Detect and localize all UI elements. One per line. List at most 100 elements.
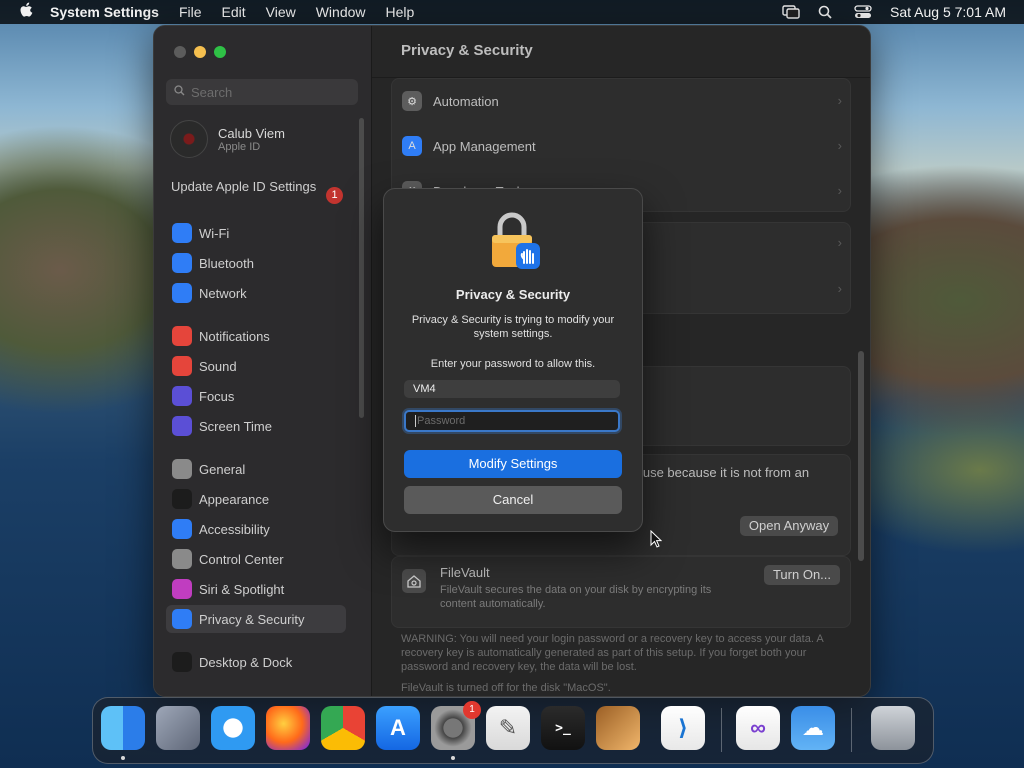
- gears-icon: ⚙: [402, 91, 422, 111]
- sidebar-item-screen-time[interactable]: Screen Time: [166, 412, 346, 440]
- menu-edit[interactable]: Edit: [222, 4, 246, 20]
- dock-separator: [721, 708, 722, 752]
- sidebar-item-notifications[interactable]: Notifications: [166, 322, 346, 350]
- minimize-button[interactable]: [194, 46, 206, 58]
- trash-icon[interactable]: [871, 706, 915, 750]
- sidebar: Search Calub Viem Apple ID Update Apple …: [154, 26, 372, 696]
- chevron-right-icon: ›: [837, 235, 842, 250]
- firefox-icon[interactable]: [266, 706, 310, 750]
- screen-mirroring-icon[interactable]: [782, 5, 800, 19]
- sidebar-item-label: Wi-Fi: [199, 225, 230, 241]
- search-icon: [174, 85, 185, 99]
- sidebar-item-network[interactable]: Network: [166, 279, 346, 307]
- sidebar-item-label: Control Center: [199, 551, 284, 567]
- mouse-cursor-icon: [650, 529, 663, 548]
- speaker-icon: [172, 356, 192, 376]
- textedit-icon[interactable]: ✎: [486, 706, 530, 750]
- password-field[interactable]: Password: [404, 410, 620, 432]
- sidebar-item-accessibility[interactable]: Accessibility: [166, 515, 346, 543]
- filevault-description: FileVault secures the data on your disk …: [440, 584, 712, 610]
- content-scrollbar[interactable]: [858, 351, 864, 561]
- sidebar-scrollbar[interactable]: [359, 118, 364, 418]
- open-anyway-button[interactable]: Open Anyway: [740, 516, 838, 536]
- username-field[interactable]: VM4: [404, 380, 620, 398]
- chevron-right-icon: ›: [837, 183, 842, 198]
- sidebar-item-general[interactable]: General: [166, 455, 346, 483]
- appstore-icon[interactable]: A: [376, 706, 420, 750]
- apple-menu-icon[interactable]: [16, 2, 36, 22]
- row-app-management[interactable]: A App Management: [402, 134, 536, 158]
- menu-file[interactable]: File: [179, 4, 202, 20]
- spotlight-search-icon[interactable]: [818, 5, 836, 19]
- update-apple-id-item[interactable]: Update Apple ID Settings 1: [171, 179, 351, 204]
- sidebar-item-control-center[interactable]: Control Center: [166, 545, 346, 573]
- sidebar-item-sound[interactable]: Sound: [166, 352, 346, 380]
- sidebar-item-privacy-security[interactable]: Privacy & Security: [166, 605, 346, 633]
- row-label: Automation: [433, 93, 499, 109]
- sidebar-item-siri-spotlight[interactable]: Siri & Spotlight: [166, 575, 346, 603]
- update-badge: 1: [326, 187, 343, 204]
- page-title: Privacy & Security: [401, 42, 533, 59]
- dock-notification-badge: 1: [463, 701, 481, 719]
- sidebar-item-label: Notifications: [199, 328, 270, 344]
- search-placeholder: Search: [191, 84, 233, 100]
- siri-icon: [172, 579, 192, 599]
- lock-icon: [488, 211, 540, 271]
- menu-bar: System Settings File Edit View Window He…: [0, 0, 1024, 24]
- sidebar-item-desktop-dock[interactable]: Desktop & Dock: [166, 648, 346, 676]
- sidebar-item-label: Accessibility: [199, 521, 270, 537]
- weather-icon[interactable]: ☁: [791, 706, 835, 750]
- vscode-icon[interactable]: ⟩: [661, 706, 705, 750]
- finder-icon[interactable]: [101, 706, 145, 750]
- launchpad-icon[interactable]: [156, 706, 200, 750]
- sidebar-item-label: Bluetooth: [199, 255, 254, 271]
- instruments-icon[interactable]: [596, 706, 640, 750]
- apple-id-account[interactable]: Calub Viem Apple ID: [170, 120, 285, 158]
- menu-app-name[interactable]: System Settings: [50, 4, 159, 20]
- safari-icon[interactable]: [211, 706, 255, 750]
- running-indicator: [451, 756, 455, 760]
- chevron-right-icon: ›: [837, 138, 842, 153]
- window-controls: [174, 46, 226, 58]
- visual-studio-icon[interactable]: ∞: [736, 706, 780, 750]
- globe-icon: [172, 283, 192, 303]
- turn-on-filevault-button[interactable]: Turn On...: [764, 565, 840, 585]
- dock-separator: [851, 708, 852, 752]
- chevron-right-icon: ›: [837, 281, 842, 296]
- dialog-prompt: Enter your password to allow this.: [430, 358, 596, 370]
- sidebar-item-focus[interactable]: Focus: [166, 382, 346, 410]
- modify-settings-button[interactable]: Modify Settings: [404, 450, 622, 478]
- control-center-icon[interactable]: [854, 5, 872, 19]
- filevault-card: FileVault FileVault secures the data on …: [391, 556, 851, 628]
- cancel-button[interactable]: Cancel: [404, 486, 622, 514]
- chrome-icon[interactable]: [321, 706, 365, 750]
- dock: A 1 ✎ >_ ⟩ ∞ ☁: [92, 697, 934, 764]
- appearance-icon: [172, 489, 192, 509]
- sidebar-search[interactable]: Search: [166, 79, 358, 105]
- menu-clock[interactable]: Sat Aug 5 7:01 AM: [890, 4, 1006, 20]
- dialog-title: Privacy & Security: [455, 287, 571, 302]
- terminal-icon[interactable]: >_: [541, 706, 585, 750]
- bell-icon: [172, 326, 192, 346]
- filevault-status: FileVault is turned off for the disk "Ma…: [401, 682, 611, 694]
- sidebar-item-label: Privacy & Security: [199, 611, 305, 627]
- menu-view[interactable]: View: [266, 4, 296, 20]
- menu-window[interactable]: Window: [316, 4, 366, 20]
- close-button[interactable]: [174, 46, 186, 58]
- gear-icon: [172, 459, 192, 479]
- running-indicator: [121, 756, 125, 760]
- chevron-right-icon: ›: [837, 93, 842, 108]
- sidebar-item-bluetooth[interactable]: Bluetooth: [166, 249, 346, 277]
- wifi-icon: [172, 223, 192, 243]
- dock-icon: [172, 652, 192, 672]
- sidebar-item-wi-fi[interactable]: Wi-Fi: [166, 219, 346, 247]
- authorization-dialog: Privacy & Security Privacy & Security is…: [383, 188, 643, 532]
- row-automation[interactable]: ⚙ Automation: [402, 89, 499, 113]
- menu-help[interactable]: Help: [386, 4, 415, 20]
- account-subtitle: Apple ID: [218, 140, 261, 153]
- zoom-button[interactable]: [214, 46, 226, 58]
- sidebar-item-appearance[interactable]: Appearance: [166, 485, 346, 513]
- sidebar-item-label: Sound: [199, 358, 237, 374]
- moon-icon: [172, 386, 192, 406]
- sidebar-item-label: Screen Time: [199, 418, 272, 434]
